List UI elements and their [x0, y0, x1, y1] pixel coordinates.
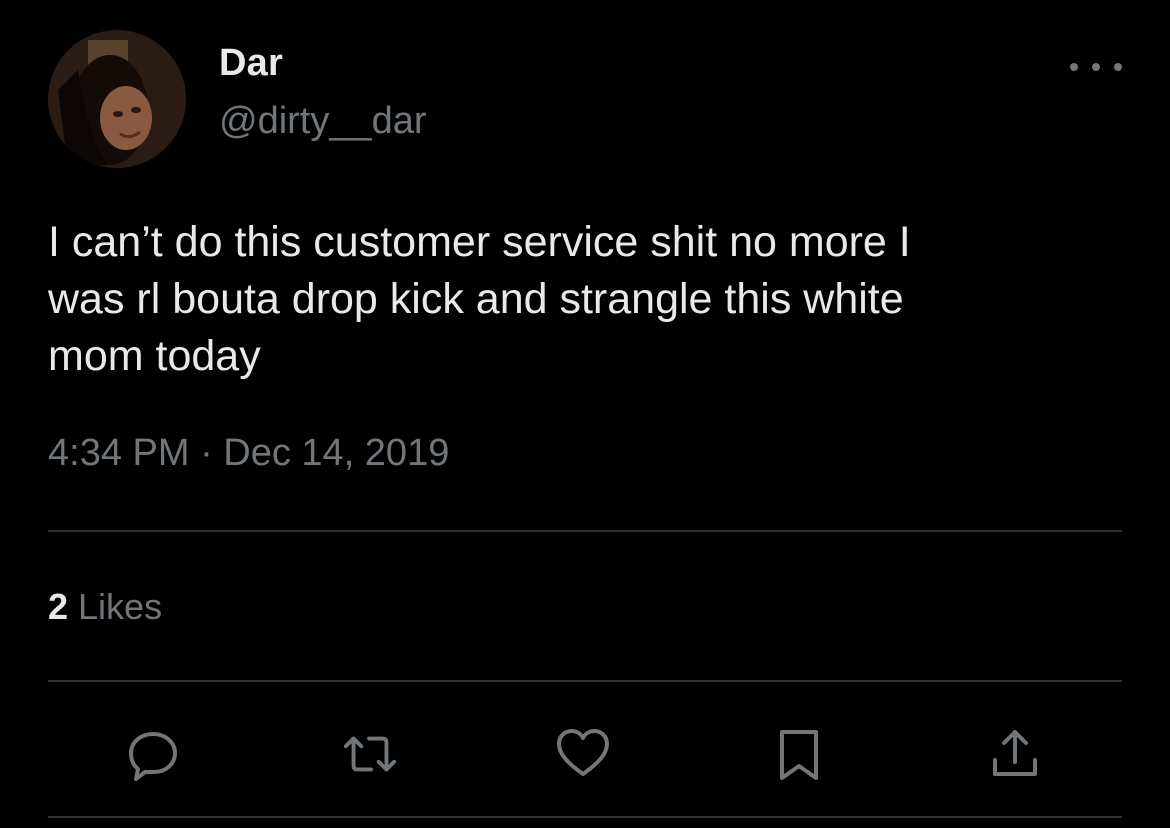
tweet-timestamp[interactable]: 4:34 PM · Dec 14, 2019 [48, 432, 449, 475]
reply-icon[interactable] [123, 724, 183, 784]
bookmark-icon[interactable] [769, 724, 829, 784]
heart-icon[interactable] [553, 724, 613, 784]
share-icon[interactable] [985, 724, 1045, 784]
divider [48, 816, 1122, 818]
user-handle[interactable]: @dirty__dar [219, 100, 427, 143]
tweet-text: I can’t do this customer service shit no… [48, 218, 911, 380]
divider [48, 680, 1122, 682]
tweet-detail: Dar @dirty__dar I can’t do this customer… [0, 0, 1170, 828]
more-dot [1114, 63, 1122, 71]
likes-count: 2 [48, 586, 69, 627]
retweet-icon[interactable] [340, 724, 400, 784]
likes-label: Likes [78, 586, 163, 627]
more-dot [1092, 63, 1100, 71]
more-dot [1070, 63, 1078, 71]
avatar[interactable] [48, 30, 186, 168]
likes-stat[interactable]: 2 Likes [48, 586, 162, 628]
divider [48, 530, 1122, 532]
more-options-icon[interactable] [1070, 52, 1122, 82]
display-name[interactable]: Dar [219, 42, 283, 85]
